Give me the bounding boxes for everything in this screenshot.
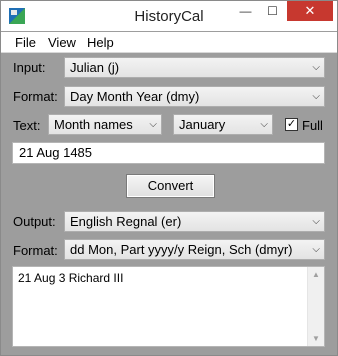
full-checkbox[interactable]: ✓ <box>285 118 298 131</box>
result-scrollbar[interactable]: ▲ ▼ <box>307 267 324 346</box>
input-format-value: Day Month Year (dmy) <box>70 89 200 104</box>
menu-help[interactable]: Help <box>87 35 114 50</box>
input-format-select[interactable]: Day Month Year (dmy) ⌵ <box>64 86 325 107</box>
input-label: Input: <box>13 60 46 75</box>
convert-button[interactable]: Convert <box>126 174 215 198</box>
date-input-field[interactable]: 21 Aug 1485 <box>12 142 325 164</box>
scroll-up-icon[interactable]: ▲ <box>308 270 324 279</box>
month-value: January <box>179 117 226 132</box>
output-format-value: dd Mon, Part yyyy/y Reign, Sch (dmyr) <box>70 242 293 257</box>
output-format-select[interactable]: dd Mon, Part yyyy/y Reign, Sch (dmyr) ⌵ <box>64 239 325 260</box>
output-calendar-select[interactable]: English Regnal (er) ⌵ <box>64 211 325 232</box>
maximize-button[interactable]: ☐ <box>259 1 286 21</box>
minimize-button[interactable]: — <box>232 1 259 21</box>
title-bar[interactable]: HistoryCal — ☐ ✕ <box>1 1 337 31</box>
chevron-down-icon: ⌵ <box>312 91 320 102</box>
chevron-down-icon: ⌵ <box>312 244 320 255</box>
month-select[interactable]: January ⌵ <box>173 114 273 135</box>
full-label: Full <box>302 118 323 133</box>
menu-view[interactable]: View <box>48 35 76 50</box>
text-label: Text: <box>13 118 41 133</box>
chevron-down-icon: ⌵ <box>260 119 268 130</box>
text-names-value: Month names <box>54 117 133 132</box>
result-textarea[interactable]: 21 Aug 3 Richard III ▲ ▼ <box>12 266 325 347</box>
scroll-down-icon[interactable]: ▼ <box>308 334 324 343</box>
chevron-down-icon: ⌵ <box>312 62 320 73</box>
menu-file[interactable]: File <box>15 35 36 50</box>
output-label: Output: <box>13 214 56 229</box>
result-text: 21 Aug 3 Richard III <box>18 271 124 285</box>
output-format-label: Format: <box>13 243 58 258</box>
input-calendar-select[interactable]: Julian (j) ⌵ <box>64 57 325 78</box>
date-input-value: 21 Aug 1485 <box>19 145 93 160</box>
menu-bar: File View Help <box>1 32 337 53</box>
chevron-down-icon: ⌵ <box>312 216 320 227</box>
input-calendar-value: Julian (j) <box>70 60 120 75</box>
close-button[interactable]: ✕ <box>287 1 333 21</box>
input-format-label: Format: <box>13 89 58 104</box>
output-calendar-value: English Regnal (er) <box>70 214 182 229</box>
app-window: HistoryCal — ☐ ✕ File View Help Input: J… <box>0 0 338 356</box>
text-names-select[interactable]: Month names ⌵ <box>48 114 162 135</box>
chevron-down-icon: ⌵ <box>149 119 157 130</box>
